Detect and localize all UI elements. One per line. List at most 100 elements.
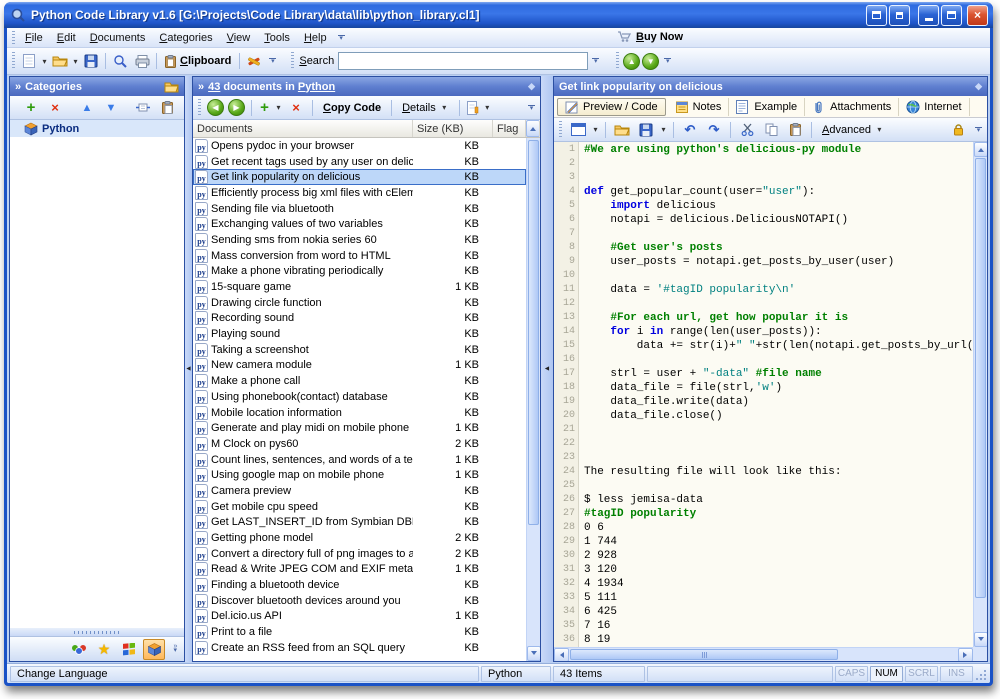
document-row[interactable]: pyMass conversion from word to HTMLKB	[193, 248, 526, 264]
menu-view[interactable]: View	[220, 30, 258, 46]
editor-toolbar-grip[interactable]	[559, 121, 562, 137]
paste-button[interactable]	[784, 119, 806, 140]
document-row[interactable]: pyCount lines, sentences, and words of a…	[193, 452, 526, 468]
preview-button[interactable]	[109, 51, 131, 72]
document-row[interactable]: pyNew camera module1 KB	[193, 358, 526, 374]
open-library-dropdown[interactable]: ▾	[71, 57, 80, 66]
paste-category-button[interactable]	[156, 97, 178, 118]
dock-window-button[interactable]	[889, 5, 910, 26]
close-button[interactable]: ×	[967, 5, 988, 26]
document-row[interactable]: pyMobile location informationKB	[193, 405, 526, 421]
document-row[interactable]: pyPlaying soundKB	[193, 326, 526, 342]
search-toolbar-grip[interactable]	[291, 52, 294, 70]
previous-document-button[interactable]: ▲	[623, 53, 640, 70]
menu-overflow-button[interactable]: ▾	[336, 31, 347, 45]
add-document-dropdown[interactable]: ▾	[274, 103, 283, 112]
menu-documents[interactable]: Documents	[83, 30, 153, 46]
tab-notes[interactable]: Notes	[668, 98, 730, 116]
minimize-button[interactable]	[918, 5, 939, 26]
tools-button[interactable]	[243, 51, 265, 72]
new-document-button[interactable]	[18, 51, 40, 72]
document-row[interactable]: pyExchanging values of two variablesKB	[193, 216, 526, 232]
code-scroll-right-button[interactable]	[958, 648, 973, 661]
details-button[interactable]: Details ▾	[397, 102, 454, 114]
document-row[interactable]: pyGenerate and play midi on mobile phone…	[193, 420, 526, 436]
favorites-view-button[interactable]: ★	[93, 639, 115, 660]
flag-document-button[interactable]	[465, 97, 481, 118]
tab-example[interactable]: Example	[729, 98, 805, 116]
document-row[interactable]: py15-square game1 KB	[193, 279, 526, 295]
forward-button[interactable]: ▶	[228, 99, 245, 116]
menu-categories[interactable]: Categories	[152, 30, 219, 46]
print-button[interactable]	[131, 51, 153, 72]
document-row[interactable]: pyOpens pydoc in your browserKB	[193, 138, 526, 154]
left-splitter[interactable]: ◄	[185, 76, 192, 662]
menu-tools[interactable]: Tools	[257, 30, 297, 46]
restore-down-button[interactable]	[866, 5, 887, 26]
column-documents[interactable]: Documents	[193, 120, 413, 137]
windows-view-button[interactable]	[118, 639, 140, 660]
code-scroll-down-button[interactable]	[974, 632, 987, 647]
copy-button[interactable]	[760, 119, 782, 140]
next-document-button[interactable]: ▼	[642, 53, 659, 70]
flag-document-dropdown[interactable]: ▾	[483, 103, 492, 112]
delete-document-button[interactable]: ×	[285, 97, 307, 118]
document-row[interactable]: pySending sms from nokia series 60KB	[193, 232, 526, 248]
categories-view-button[interactable]	[143, 639, 165, 660]
tab-preview-code[interactable]: Preview / Code	[557, 98, 666, 116]
copy-code-button[interactable]: Copy Code	[318, 102, 386, 114]
collapse-chevron-icon[interactable]: »	[198, 81, 204, 93]
column-flag[interactable]: Flag	[493, 120, 526, 137]
documents-scroll-up-button[interactable]	[526, 120, 540, 137]
document-row[interactable]: pyCreate an RSS feed from an SQL queryKB	[193, 640, 526, 656]
code-hscrollbar-thumb[interactable]	[570, 649, 838, 660]
new-document-dropdown[interactable]: ▾	[40, 57, 49, 66]
nav-overflow-button[interactable]: ▾	[662, 54, 673, 68]
document-row[interactable]: pyEfficiently process big xml files with…	[193, 185, 526, 201]
search-overflow-button[interactable]: ▾	[590, 54, 601, 68]
code-scroll-up-button[interactable]	[974, 142, 987, 157]
code-vertical-scrollbar[interactable]	[973, 142, 987, 647]
document-row[interactable]: pyMake a phone vibrating periodicallyKB	[193, 264, 526, 280]
nav-toolbar-grip[interactable]	[616, 52, 619, 70]
view-mode-dropdown[interactable]: ▾	[591, 125, 600, 134]
code-scrollbar-thumb[interactable]	[975, 158, 986, 598]
collapse-chevron-icon[interactable]: »	[15, 81, 21, 93]
documents-toolbar-overflow[interactable]: ▾	[526, 101, 537, 115]
document-row[interactable]: pyM Clock on pys602 KB	[193, 436, 526, 452]
document-row[interactable]: pyGet mobile cpu speedKB	[193, 499, 526, 515]
rename-category-button[interactable]	[132, 97, 154, 118]
document-row[interactable]: pyFinding a bluetooth deviceKB	[193, 577, 526, 593]
document-row[interactable]: pyRecording soundKB	[193, 311, 526, 327]
menu-file[interactable]: File	[18, 30, 50, 46]
document-row[interactable]: pyGetting phone model2 KB	[193, 530, 526, 546]
document-row[interactable]: pyGet LAST_INSERT_ID from Symbian DBMSKB	[193, 515, 526, 531]
document-row[interactable]: pyConvert a directory full of png images…	[193, 546, 526, 562]
documents-category-link[interactable]: Python	[298, 81, 335, 93]
maximize-button[interactable]	[941, 5, 962, 26]
advanced-button[interactable]: Advanced ▾	[817, 124, 889, 136]
tab-attachments[interactable]: Attachments	[805, 98, 899, 116]
document-row[interactable]: pyGet link popularity on deliciousKB	[193, 169, 526, 185]
document-row[interactable]: pyMake a phone callKB	[193, 373, 526, 389]
toolbar1-overflow-button[interactable]: ▾	[267, 54, 278, 68]
collapse-middle-icon[interactable]: ◄	[544, 366, 551, 373]
code-horizontal-scrollbar[interactable]	[554, 647, 973, 661]
document-row[interactable]: pyUsing google map on mobile phone1 KB	[193, 467, 526, 483]
menu-help[interactable]: Help	[297, 30, 334, 46]
open-library-button[interactable]	[49, 51, 71, 72]
editor-toolbar-overflow[interactable]: ▾	[973, 123, 984, 137]
delete-category-button[interactable]: ×	[44, 97, 66, 118]
people-view-button[interactable]	[68, 639, 90, 660]
menubar-grip[interactable]	[12, 31, 15, 44]
menu-edit[interactable]: Edit	[50, 30, 83, 46]
document-row[interactable]: pySending file via bluetoothKB	[193, 201, 526, 217]
toolbar-grip[interactable]	[12, 52, 15, 70]
code-text[interactable]: #We are using python's delicious-py modu…	[584, 142, 973, 647]
documents-count-link[interactable]: 43	[208, 81, 220, 93]
document-row[interactable]: pyPrint to a fileKB	[193, 624, 526, 640]
panel-splitter-grip[interactable]	[10, 628, 184, 636]
clipboard-button[interactable]: Clipboard	[160, 55, 236, 68]
documents-scrollbar[interactable]	[526, 138, 540, 661]
document-row[interactable]: pyDel.icio.us API1 KB	[193, 609, 526, 625]
